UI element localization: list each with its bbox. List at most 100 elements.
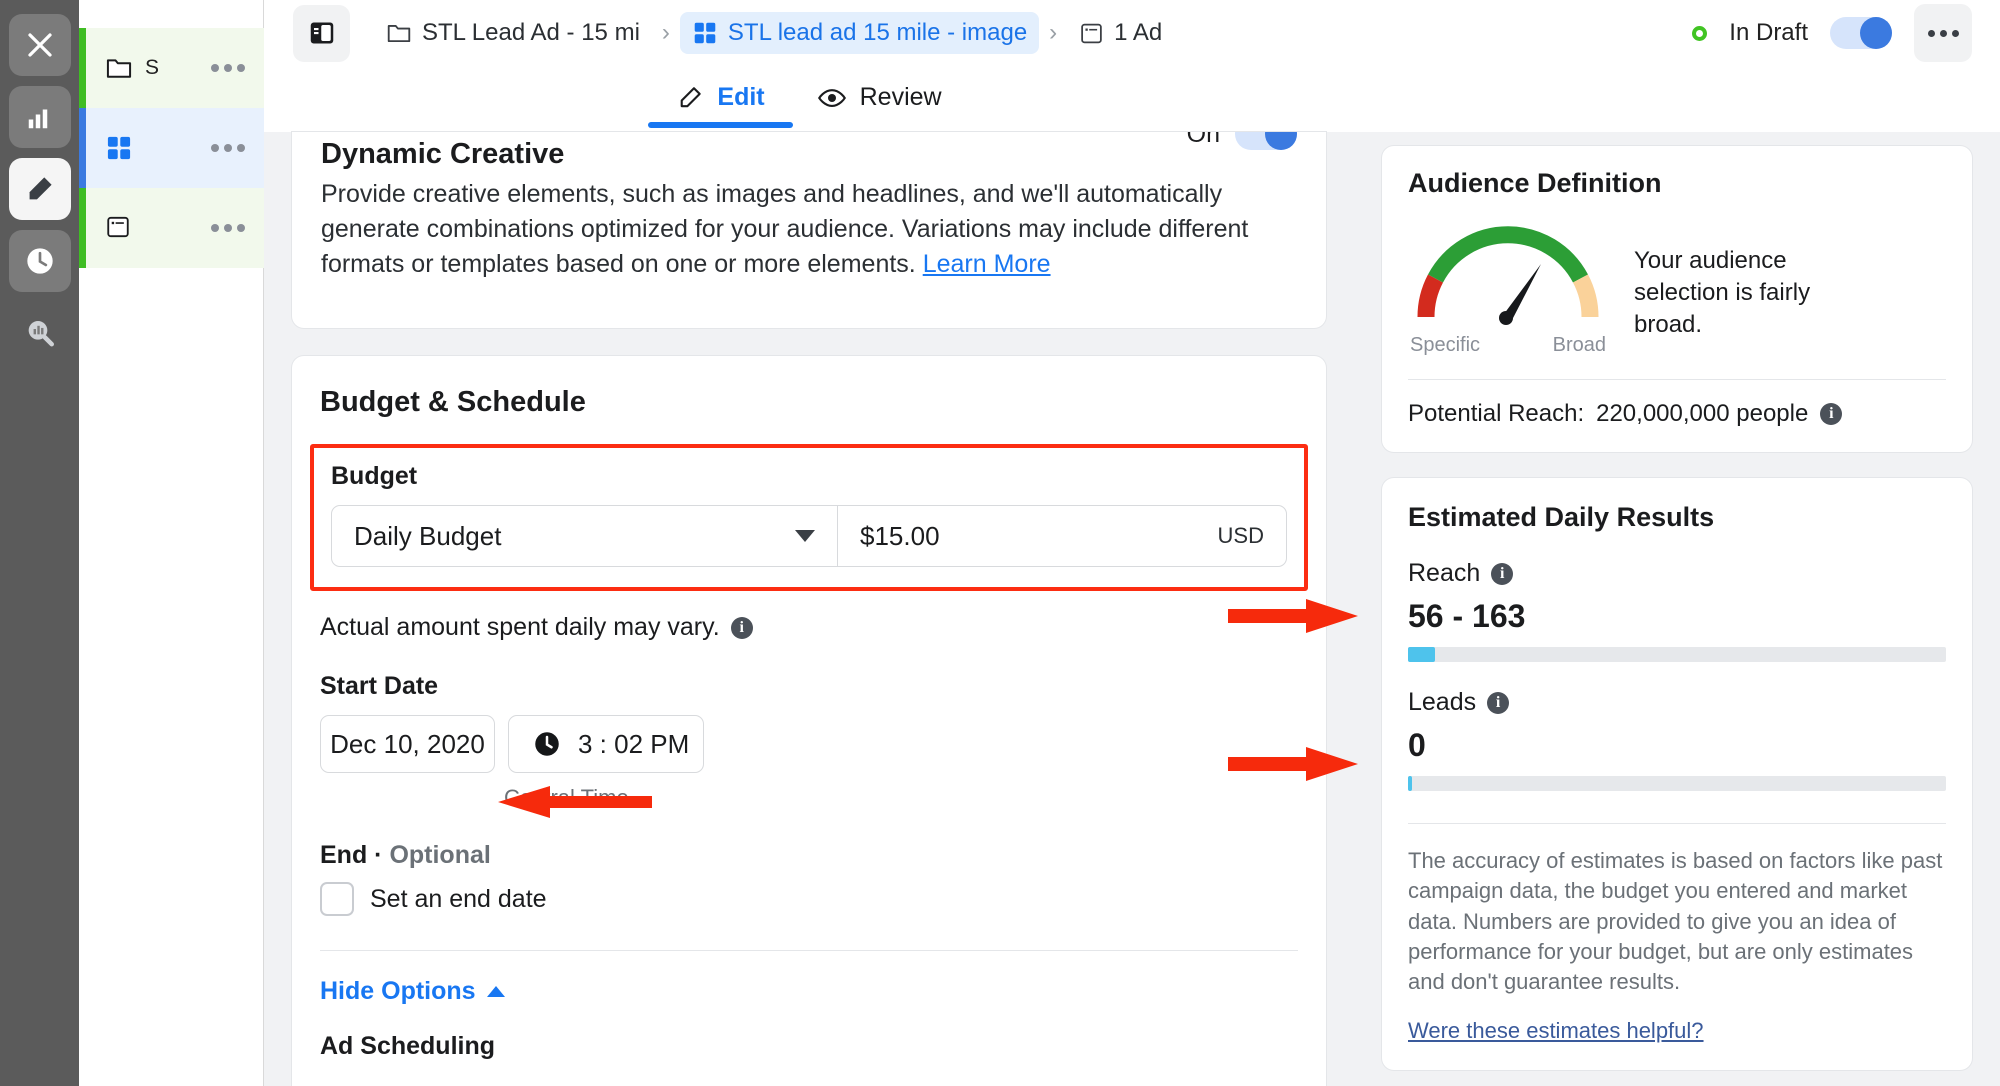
row-accent-bar: [79, 188, 86, 268]
potential-reach-label: Potential Reach:: [1408, 400, 1584, 428]
app-rail: [0, 0, 79, 1086]
reach-metric-bar-fill: [1408, 647, 1435, 662]
clock-icon: [532, 729, 562, 759]
dynamic-creative-card: On Dynamic Creative Provide creative ele…: [292, 132, 1326, 328]
budget-amount-input[interactable]: $15.00 USD: [838, 506, 1286, 566]
budget-type-select[interactable]: Daily Budget: [332, 506, 838, 566]
budget-amount-value: $15.00: [860, 521, 940, 552]
start-date-value: Dec 10, 2020: [330, 729, 485, 760]
list-item-menu-button[interactable]: [211, 144, 245, 152]
folder-icon: [105, 54, 133, 82]
entity-list-column: S: [79, 0, 264, 1086]
estimates-feedback-link[interactable]: Were these estimates helpful?: [1408, 1018, 1946, 1044]
start-time-value: 3 : 02 PM: [578, 729, 689, 760]
ad-card-icon: [105, 214, 133, 242]
list-item-menu-button[interactable]: [211, 64, 245, 72]
budget-label: Budget: [331, 462, 1287, 491]
learn-more-link[interactable]: Learn More: [923, 250, 1051, 278]
set-end-date-checkbox[interactable]: [320, 882, 354, 916]
budget-schedule-title: Budget & Schedule: [292, 356, 1326, 419]
grid-icon: [105, 134, 133, 162]
tab-label: Review: [860, 83, 942, 112]
chevron-down-icon: [795, 530, 815, 542]
end-date-label: End · Optional: [320, 841, 491, 870]
gauge-min-label: Specific: [1410, 334, 1480, 357]
section-divider: [320, 950, 1298, 951]
breadcrumb: STL Lead Ad - 15 mi › STL lead ad 15 mil…: [374, 12, 1174, 54]
leads-metric-bar-fill: [1408, 776, 1412, 791]
potential-reach-value: 220,000,000 people: [1596, 400, 1808, 428]
top-header: STL Lead Ad - 15 mi › STL lead ad 15 mil…: [264, 0, 2000, 66]
hide-options-label: Hide Options: [320, 977, 476, 1006]
reach-metric-label: Reach: [1408, 559, 1480, 588]
rail-inspect-button[interactable]: [9, 302, 71, 364]
clock-icon: [24, 245, 56, 277]
leads-metric-label-row: Leads i: [1408, 688, 1946, 717]
breadcrumb-item-ad[interactable]: 1 Ad: [1067, 12, 1174, 54]
gauge-scale-labels: Specific Broad: [1408, 334, 1608, 357]
ad-scheduling-title: Ad Scheduling: [320, 1032, 1326, 1061]
list-item-ad[interactable]: [79, 188, 264, 268]
breadcrumb-item-campaign[interactable]: STL Lead Ad - 15 mi: [374, 12, 652, 54]
rail-edit-button[interactable]: [9, 158, 71, 220]
tab-review[interactable]: Review: [817, 83, 942, 116]
dynamic-creative-title: Dynamic Creative: [321, 132, 1297, 171]
tab-label: Edit: [717, 83, 764, 112]
timezone-label: Central Time: [504, 785, 1326, 811]
reach-metric-bar: [1408, 647, 1946, 662]
audience-definition-card: Audience Definition Specific Broad: [1382, 146, 1972, 452]
budget-note: Actual amount spent daily may vary. i: [320, 613, 1326, 642]
budget-note-text: Actual amount spent daily may vary.: [320, 613, 720, 642]
breadcrumb-item-adset[interactable]: STL lead ad 15 mile - image: [680, 12, 1039, 54]
end-date-label-row: End · Optional: [320, 841, 1326, 870]
reach-metric-value: 56 - 163: [1408, 598, 1946, 635]
leads-metric-bar: [1408, 776, 1946, 791]
header-right-controls: In Draft: [1692, 0, 1972, 66]
info-icon[interactable]: i: [731, 617, 753, 639]
budget-input-group: Daily Budget $15.00 USD: [331, 505, 1287, 567]
info-icon[interactable]: i: [1820, 403, 1842, 425]
rail-close-button[interactable]: [9, 14, 71, 76]
ad-card-icon: [1079, 21, 1104, 46]
list-item-adset[interactable]: [79, 108, 264, 188]
budget-schedule-card: Budget & Schedule Budget Daily Budget $1…: [292, 356, 1326, 1086]
set-end-date-row[interactable]: Set an end date: [320, 882, 1326, 916]
status-toggle[interactable]: [1830, 17, 1892, 49]
tab-edit[interactable]: Edit: [676, 83, 764, 115]
grid-icon: [692, 20, 718, 46]
audience-definition-title: Audience Definition: [1408, 168, 1946, 199]
info-icon[interactable]: i: [1487, 692, 1509, 714]
info-icon[interactable]: i: [1491, 563, 1513, 585]
rail-analytics-button[interactable]: [9, 86, 71, 148]
list-item-campaign[interactable]: S: [79, 28, 264, 108]
chart-search-icon: [24, 317, 56, 349]
dynamic-creative-toggle[interactable]: [1235, 132, 1297, 150]
gauge-max-label: Broad: [1553, 334, 1606, 357]
start-date-row: Dec 10, 2020 3 : 02 PM: [320, 715, 1326, 773]
estimates-disclaimer: The accuracy of estimates is based on fa…: [1408, 846, 1946, 998]
rail-history-button[interactable]: [9, 230, 71, 292]
list-item-menu-button[interactable]: [211, 224, 245, 232]
gauge-icon: [1408, 217, 1608, 327]
budget-type-value: Daily Budget: [354, 521, 501, 552]
audience-summary-text: Your audience selection is fairly broad.: [1634, 217, 1822, 341]
row-accent-bar: [79, 108, 86, 188]
dynamic-creative-toggle-group: On: [1187, 132, 1297, 150]
list-item-label: S: [145, 56, 159, 80]
start-date-input[interactable]: Dec 10, 2020: [320, 715, 495, 773]
breadcrumb-label: 1 Ad: [1114, 19, 1162, 47]
start-time-input[interactable]: 3 : 02 PM: [508, 715, 704, 773]
dynamic-creative-description: Provide creative elements, such as image…: [321, 177, 1297, 281]
row-accent-bar: [79, 28, 86, 108]
leads-metric-label: Leads: [1408, 688, 1476, 717]
header-more-button[interactable]: [1914, 4, 1972, 62]
edit-review-tabs: Edit Review: [264, 66, 1354, 132]
end-label-bold: End: [320, 841, 367, 869]
hide-options-button[interactable]: Hide Options: [320, 977, 1326, 1006]
breadcrumb-label: STL Lead Ad - 15 mi: [422, 19, 640, 47]
pencil-icon: [676, 84, 704, 112]
side-panel-toggle-button[interactable]: [293, 5, 350, 62]
end-label-separator: ·: [367, 841, 389, 869]
dynamic-creative-toggle-label: On: [1187, 132, 1220, 149]
status-indicator-dot: [1692, 26, 1707, 41]
